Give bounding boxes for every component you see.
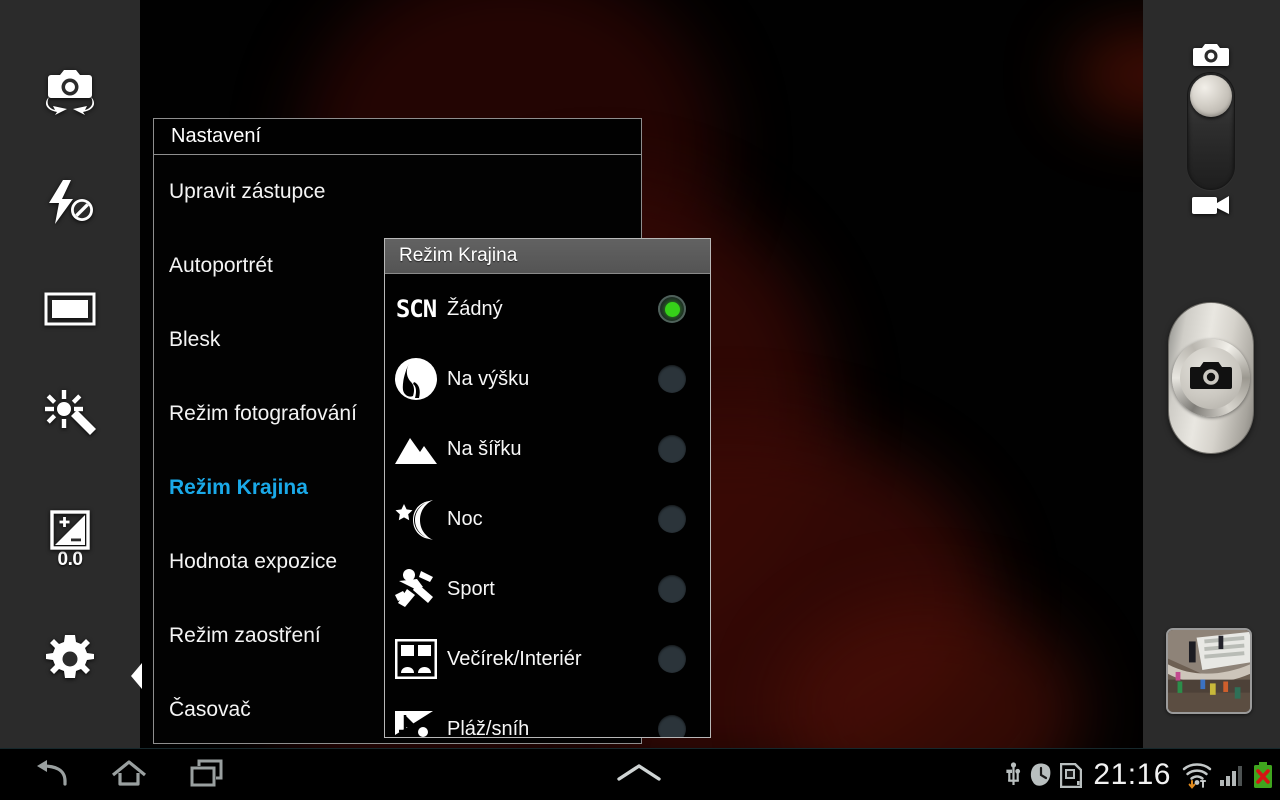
scene-option-label: Pláž/sníh bbox=[447, 717, 530, 738]
sport-icon bbox=[385, 567, 447, 611]
settings-button[interactable] bbox=[0, 633, 140, 685]
portrait-icon bbox=[385, 357, 447, 401]
recents-icon bbox=[190, 758, 224, 793]
effects-button[interactable] bbox=[0, 390, 140, 446]
scene-option-label: Na šířku bbox=[447, 437, 522, 460]
preview-noise bbox=[1070, 30, 1143, 120]
scene-option-na-vysku[interactable]: Na výšku bbox=[385, 344, 710, 414]
scene-radio-sport[interactable] bbox=[658, 575, 686, 603]
home-button[interactable] bbox=[106, 752, 152, 798]
scene-radio-na-vysku[interactable] bbox=[658, 365, 686, 393]
gear-icon bbox=[44, 633, 96, 685]
settings-item-label: Hodnota expozice bbox=[169, 550, 338, 573]
settings-item-upravit-zastupce[interactable]: Upravit zástupce bbox=[154, 155, 641, 229]
scene-option-zadny[interactable]: SCN Žádný bbox=[385, 274, 710, 344]
exposure-icon bbox=[49, 509, 91, 551]
scene-option-vecirek-interier[interactable]: Večírek/Interiér bbox=[385, 624, 710, 694]
scene-mode-options-list[interactable]: SCN Žádný Na výšku Na šířku Noc Sport Ve… bbox=[385, 274, 710, 737]
landscape-icon bbox=[385, 432, 447, 466]
settings-item-label: Upravit zástupce bbox=[169, 180, 326, 203]
scene-radio-vecirek-interier[interactable] bbox=[658, 645, 686, 673]
wifi-icon bbox=[1182, 762, 1212, 789]
usb-icon bbox=[1005, 762, 1022, 788]
scene-radio-plaz-snih[interactable] bbox=[658, 715, 686, 737]
camera-video-mode-toggle[interactable] bbox=[1171, 42, 1251, 222]
photo-camera-icon bbox=[1190, 360, 1232, 396]
exposure-button[interactable]: 0.0 bbox=[0, 509, 140, 571]
home-icon bbox=[111, 759, 147, 792]
collapse-panel-handle[interactable] bbox=[131, 663, 142, 689]
beach-snow-icon bbox=[385, 709, 447, 737]
photo-camera-icon bbox=[1193, 42, 1229, 68]
photo-thumbnail[interactable] bbox=[1166, 628, 1252, 714]
switch-camera-icon bbox=[39, 63, 101, 115]
scene-option-label: Na výšku bbox=[447, 367, 530, 390]
settings-item-label: Časovač bbox=[169, 698, 251, 721]
scene-option-sport[interactable]: Sport bbox=[385, 554, 710, 624]
settings-item-label: Režim Krajina bbox=[169, 476, 308, 499]
shutter-button[interactable] bbox=[1168, 302, 1254, 454]
back-button[interactable] bbox=[28, 752, 74, 798]
sd-card-icon bbox=[1060, 762, 1083, 788]
party-indoor-icon bbox=[385, 639, 447, 679]
effects-icon bbox=[41, 390, 99, 446]
expand-notifications-button[interactable] bbox=[616, 749, 662, 800]
settings-panel-title: Nastavení bbox=[154, 119, 641, 155]
scn-glyph: SCN bbox=[395, 295, 437, 323]
alarm-clock-icon bbox=[1029, 762, 1053, 788]
thumbnail-image bbox=[1168, 630, 1250, 712]
left-toolbar: 0.0 bbox=[0, 0, 140, 748]
night-icon bbox=[385, 498, 447, 540]
expand-up-icon bbox=[616, 761, 662, 790]
scene-radio-na-sirku[interactable] bbox=[658, 435, 686, 463]
video-camera-icon bbox=[1192, 194, 1230, 216]
cellular-signal-icon bbox=[1219, 763, 1245, 787]
right-toolbar bbox=[1143, 0, 1280, 748]
exposure-value: 0.0 bbox=[57, 548, 83, 570]
recents-button[interactable] bbox=[184, 752, 230, 798]
scn-text-icon: SCN bbox=[385, 295, 447, 323]
status-bar[interactable]: 21:16 bbox=[1005, 749, 1274, 800]
scene-dialog-title: Režim Krajina bbox=[385, 239, 710, 274]
resolution-icon bbox=[44, 290, 96, 328]
camera-app-screen: 0.0 Nastavení Upravit zástupce Autoportr… bbox=[0, 0, 1280, 800]
status-clock: 21:16 bbox=[1093, 758, 1171, 791]
resolution-button[interactable] bbox=[0, 290, 140, 328]
settings-item-label: Autoportrét bbox=[169, 254, 273, 277]
nav-buttons bbox=[10, 749, 230, 800]
mode-toggle-knob[interactable] bbox=[1190, 75, 1232, 117]
shutter-inner bbox=[1180, 347, 1242, 409]
scene-option-plaz-snih[interactable]: Pláž/sníh bbox=[385, 694, 710, 738]
scene-option-label: Noc bbox=[447, 507, 483, 530]
back-icon bbox=[34, 759, 68, 792]
scene-radio-noc[interactable] bbox=[658, 505, 686, 533]
switch-camera-button[interactable] bbox=[0, 63, 140, 115]
scene-option-noc[interactable]: Noc bbox=[385, 484, 710, 554]
flash-button[interactable] bbox=[0, 177, 140, 227]
system-navigation-bar: 21:16 bbox=[0, 748, 1280, 800]
shutter-ring bbox=[1172, 339, 1250, 417]
scene-mode-dialog: Režim Krajina SCN Žádný Na výšku Na šířk… bbox=[384, 238, 711, 738]
settings-item-label: Režim zaostření bbox=[169, 624, 321, 647]
scene-option-label: Sport bbox=[447, 577, 495, 600]
scene-option-label: Žádný bbox=[447, 297, 503, 320]
battery-error-icon bbox=[1252, 761, 1274, 789]
mode-toggle-track[interactable] bbox=[1187, 72, 1235, 190]
flash-off-icon bbox=[41, 177, 99, 227]
settings-item-label: Blesk bbox=[169, 328, 221, 351]
scene-radio-zadny[interactable] bbox=[658, 295, 686, 323]
settings-item-label: Režim fotografování bbox=[169, 402, 357, 425]
scene-option-label: Večírek/Interiér bbox=[447, 647, 582, 670]
scene-option-na-sirku[interactable]: Na šířku bbox=[385, 414, 710, 484]
